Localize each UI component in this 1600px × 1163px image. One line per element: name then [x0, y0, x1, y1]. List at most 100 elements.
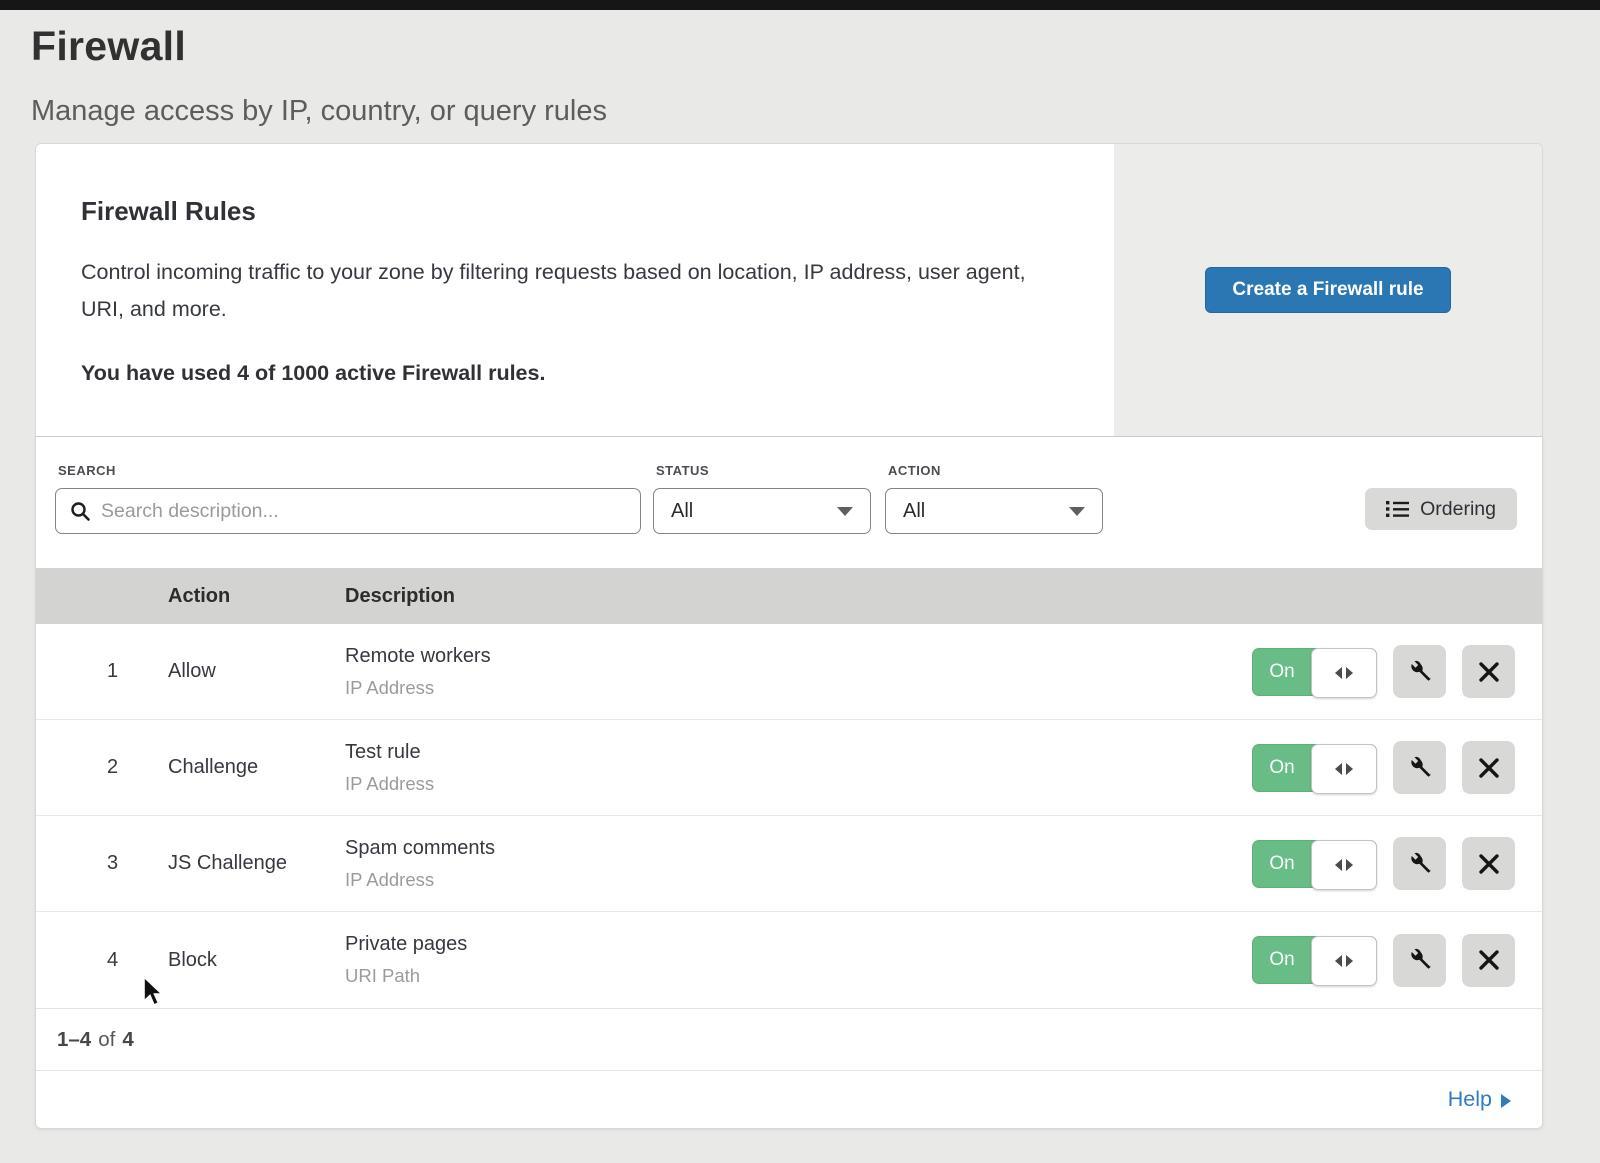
search-input[interactable] [101, 500, 627, 523]
x-icon [1478, 949, 1500, 971]
delete-rule-button[interactable] [1462, 741, 1515, 794]
help-footer: Help [36, 1070, 1542, 1128]
toggle-handle[interactable] [1311, 840, 1377, 890]
toggle-handle[interactable] [1311, 936, 1377, 986]
wrench-icon [1408, 756, 1432, 780]
edit-rule-button[interactable] [1393, 934, 1446, 987]
toggle-right-arrow-icon [1346, 859, 1353, 871]
wrench-icon [1408, 660, 1432, 684]
status-select[interactable]: All [653, 488, 871, 534]
toggle-state-label: On [1253, 841, 1311, 887]
rule-description: Remote workers [345, 645, 1252, 668]
rule-description: Test rule [345, 741, 1252, 764]
toggle-state-label: On [1253, 649, 1311, 695]
rule-enabled-toggle[interactable]: On [1252, 648, 1377, 696]
rule-description: Spam comments [345, 837, 1252, 860]
rules-table-header: Action Description [36, 568, 1542, 624]
firewall-rule-row: 2 Challenge Test rule IP Address On [36, 720, 1542, 816]
toggle-state-label: On [1253, 937, 1311, 983]
filter-bar: SEARCH STATUS All ACTION [36, 437, 1542, 568]
status-filter-group: STATUS All [653, 463, 871, 534]
pagination-row: 1–4 of 4 [36, 1008, 1542, 1070]
rule-enabled-toggle[interactable]: On [1252, 936, 1377, 984]
arrow-right-icon [1501, 1094, 1511, 1108]
ordering-button-label: Ordering [1420, 498, 1496, 521]
edit-rule-button[interactable] [1393, 645, 1446, 698]
rule-action: Allow [168, 660, 345, 683]
wrench-icon [1408, 948, 1432, 972]
ordering-button[interactable]: Ordering [1365, 488, 1517, 530]
help-link[interactable]: Help [1448, 1087, 1511, 1112]
page-subtitle: Manage access by IP, country, or query r… [31, 95, 1600, 128]
firewall-rules-overview-card: Firewall Rules Control incoming traffic … [35, 143, 1543, 437]
rule-priority: 4 [36, 949, 168, 972]
search-box[interactable] [55, 488, 641, 534]
chevron-down-icon [837, 507, 853, 516]
help-link-label: Help [1448, 1087, 1492, 1112]
firewall-rules-list-card: SEARCH STATUS All ACTION [35, 437, 1543, 1129]
rule-match-type: URI Path [345, 965, 1252, 987]
toggle-handle[interactable] [1311, 744, 1377, 794]
rule-priority: 1 [36, 660, 168, 683]
rule-description-cell: Private pages URI Path [345, 933, 1252, 987]
x-icon [1478, 757, 1500, 779]
toggle-right-arrow-icon [1346, 667, 1353, 679]
pagination-range: 1–4 [57, 1028, 91, 1052]
pagination-total: 4 [122, 1028, 133, 1052]
rule-description: Private pages [345, 933, 1252, 956]
pagination-of: of [98, 1028, 115, 1052]
toggle-left-arrow-icon [1335, 763, 1342, 775]
toggle-handle[interactable] [1311, 648, 1377, 698]
rule-usage-summary: You have used 4 of 1000 active Firewall … [81, 361, 1074, 386]
delete-rule-button[interactable] [1462, 645, 1515, 698]
rule-enabled-toggle[interactable]: On [1252, 840, 1377, 888]
toggle-right-arrow-icon [1346, 763, 1353, 775]
rules-table-body: 1 Allow Remote workers IP Address On [36, 624, 1542, 1008]
delete-rule-button[interactable] [1462, 837, 1515, 890]
status-selected-value: All [671, 500, 693, 523]
rule-match-type: IP Address [345, 773, 1252, 795]
rule-action: Challenge [168, 756, 345, 779]
rule-priority: 3 [36, 852, 168, 875]
rule-description-cell: Spam comments IP Address [345, 837, 1252, 891]
search-label: SEARCH [58, 463, 641, 478]
edit-rule-button[interactable] [1393, 837, 1446, 890]
create-rule-panel: Create a Firewall rule [1114, 144, 1542, 436]
chevron-down-icon [1069, 507, 1085, 516]
toggle-left-arrow-icon [1335, 667, 1342, 679]
overview-heading: Firewall Rules [81, 196, 1074, 227]
search-filter-group: SEARCH [55, 463, 641, 534]
delete-rule-button[interactable] [1462, 934, 1515, 987]
create-firewall-rule-button[interactable]: Create a Firewall rule [1205, 267, 1450, 313]
overview-description: Control incoming traffic to your zone by… [81, 254, 1041, 328]
action-filter-group: ACTION All [885, 463, 1103, 534]
rule-controls: On [1252, 645, 1542, 698]
page-title: Firewall [31, 23, 1600, 70]
rule-controls: On [1252, 837, 1542, 890]
x-icon [1478, 853, 1500, 875]
edit-rule-button[interactable] [1393, 741, 1446, 794]
rule-action: JS Challenge [168, 852, 345, 875]
search-icon [69, 500, 91, 522]
firewall-rule-row: 1 Allow Remote workers IP Address On [36, 624, 1542, 720]
rule-description-cell: Remote workers IP Address [345, 645, 1252, 699]
rule-enabled-toggle[interactable]: On [1252, 744, 1377, 792]
action-label: ACTION [888, 463, 1103, 478]
rule-controls: On [1252, 934, 1542, 987]
action-select[interactable]: All [885, 488, 1103, 534]
toggle-left-arrow-icon [1335, 859, 1342, 871]
toggle-left-arrow-icon [1335, 955, 1342, 967]
status-label: STATUS [656, 463, 871, 478]
window-top-strip [0, 0, 1600, 10]
ordered-list-icon [1386, 500, 1409, 518]
toggle-right-arrow-icon [1346, 955, 1353, 967]
firewall-rule-row: 4 Block Private pages URI Path On [36, 912, 1542, 1008]
rule-priority: 2 [36, 756, 168, 779]
page-header: Firewall Manage access by IP, country, o… [0, 10, 1600, 128]
wrench-icon [1408, 852, 1432, 876]
content-area: Firewall Rules Control incoming traffic … [35, 143, 1543, 1129]
action-column-header: Action [168, 585, 345, 608]
rule-match-type: IP Address [345, 869, 1252, 891]
overview-text-panel: Firewall Rules Control incoming traffic … [36, 144, 1114, 436]
action-selected-value: All [903, 500, 925, 523]
